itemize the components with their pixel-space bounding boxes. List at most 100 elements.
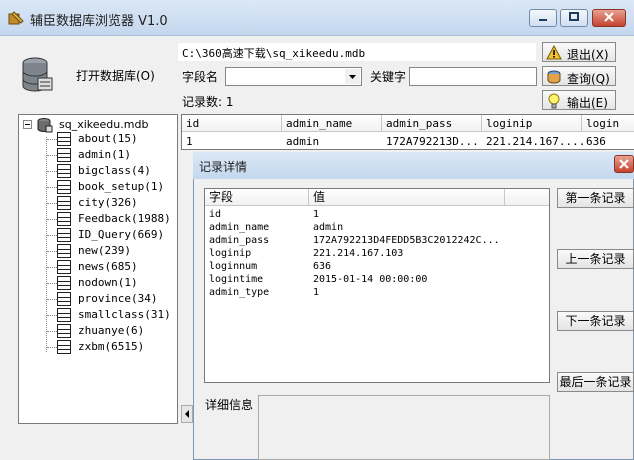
tree-item-label: new(239) <box>78 244 131 257</box>
table-icon <box>57 340 71 354</box>
scroll-left-button[interactable] <box>181 405 193 423</box>
tree-item-label: news(685) <box>78 260 138 273</box>
minimize-icon <box>539 19 547 21</box>
maximize-button[interactable] <box>560 9 588 27</box>
tree-root[interactable]: sq_xikeedu.mdb <box>23 117 173 133</box>
query-icon <box>547 70 561 84</box>
table-icon <box>57 164 71 178</box>
tree-line <box>46 137 47 352</box>
grid-header[interactable]: id <box>182 115 282 132</box>
window-title: 辅臣数据库浏览器 V1.0 <box>30 14 168 29</box>
field-column-header[interactable]: 字段 <box>205 189 309 206</box>
table-icon <box>57 180 71 194</box>
prev-record-button[interactable]: 上一条记录 <box>557 249 634 269</box>
table-icon <box>57 132 71 146</box>
close-button[interactable] <box>592 9 626 27</box>
grid-cell[interactable]: admin <box>282 133 319 149</box>
table-icon <box>57 228 71 242</box>
title-bar: 辅臣数据库浏览器 V1.0 <box>0 0 634 36</box>
tree-item-label: bigclass(4) <box>78 164 151 177</box>
grid-header[interactable]: loginip <box>482 115 582 132</box>
detail-value: 221.214.167.103 <box>313 248 404 259</box>
detail-field: logintime <box>209 274 264 285</box>
export-label: 输出(E) <box>567 96 608 110</box>
table-icon <box>57 212 71 226</box>
detail-field: loginip <box>209 248 252 259</box>
tree-item-label: book_setup(1) <box>78 180 165 193</box>
grid-cell[interactable]: 172A792213D... <box>382 133 479 149</box>
tree-item-label: admin(1) <box>78 148 131 161</box>
keyword-input[interactable] <box>409 67 537 86</box>
last-record-button[interactable]: 最后一条记录 <box>557 372 634 392</box>
grid-header[interactable]: login <box>582 115 634 132</box>
value-column-header[interactable]: 值 <box>309 189 505 206</box>
field-name-label: 字段名 <box>182 70 219 84</box>
close-icon <box>604 12 614 22</box>
database-icon <box>37 118 53 133</box>
data-grid[interactable]: id admin_name admin_pass loginip login 1… <box>181 114 634 150</box>
field-name-select[interactable] <box>225 67 362 86</box>
detail-value: 1 <box>313 287 320 298</box>
tree-item-label: about(15) <box>78 132 138 145</box>
exit-label: 退出(X) <box>567 48 609 62</box>
tree-item-label: zhuanye(6) <box>78 324 145 337</box>
detail-value: 1 <box>313 209 320 220</box>
detail-field: id <box>209 209 222 220</box>
detail-info-area[interactable] <box>258 395 550 460</box>
detail-table[interactable]: 字段 值 id 1 admin_name admin admin_pass 17… <box>204 188 550 383</box>
table-icon <box>57 308 71 322</box>
detail-field: admin_type <box>209 287 270 298</box>
detail-value: 2015-01-14 00:00:00 <box>313 274 428 285</box>
tree-root-label: sq_xikeedu.mdb <box>59 118 149 131</box>
grid-header[interactable]: admin_pass <box>382 115 482 132</box>
detail-field: admin_name <box>209 222 270 233</box>
query-label: 查询(Q) <box>567 72 610 86</box>
grid-cell[interactable]: 636 <box>582 133 606 149</box>
tree-item-label: smallclass(31) <box>78 308 171 321</box>
table-icon <box>57 196 71 210</box>
tree-item-label: ID_Query(669) <box>78 228 165 241</box>
grid-cell[interactable]: 1 <box>182 133 193 149</box>
minimize-button[interactable] <box>529 9 557 27</box>
next-record-button[interactable]: 下一条记录 <box>557 311 634 331</box>
tree-item-label: nodown(1) <box>78 276 138 289</box>
empty-column-header <box>505 189 549 206</box>
chevron-down-icon <box>349 75 356 79</box>
tree-item-label: Feedback(1988) <box>78 212 171 225</box>
detail-value: 172A792213D4FEDD5B3C2012242C... <box>313 235 500 246</box>
app-icon <box>8 11 24 25</box>
table-icon <box>57 244 71 258</box>
collapse-icon[interactable] <box>23 120 32 129</box>
dialog-title-bar: 记录详情 <box>193 152 634 179</box>
table-icon <box>57 324 71 338</box>
table-icon <box>57 276 71 290</box>
lightbulb-icon <box>548 93 560 109</box>
grid-header[interactable]: admin_name <box>282 115 382 132</box>
export-button[interactable]: 输出(E) <box>542 90 616 110</box>
dialog-close-button[interactable] <box>614 155 634 173</box>
table-tree[interactable]: sq_xikeedu.mdb about(15) admin(1) bigcla… <box>18 114 178 424</box>
maximize-icon <box>569 12 579 21</box>
grid-cell[interactable]: 221.214.167.... <box>482 133 585 149</box>
table-icon <box>57 292 71 306</box>
close-icon <box>619 159 629 169</box>
dropdown-button[interactable] <box>345 69 360 84</box>
query-button[interactable]: 查询(Q) <box>542 66 616 86</box>
tree-item-label: zxbm(6515) <box>78 340 145 353</box>
detail-value: admin <box>313 222 344 233</box>
tree-item-label: city(326) <box>78 196 138 209</box>
arrow-left-icon <box>185 410 189 418</box>
warning-icon <box>546 45 562 60</box>
database-path: C:\360高速下载\sq_xikeedu.mdb <box>182 47 366 60</box>
exit-button[interactable]: 退出(X) <box>542 42 616 62</box>
tree-item-label: province(34) <box>78 292 158 305</box>
record-count: 记录数: 1 <box>182 95 234 109</box>
detail-field: admin_pass <box>209 235 270 246</box>
detail-info-label: 详细信息 <box>205 398 254 412</box>
keyword-label: 关键字 <box>370 70 407 84</box>
database-icon <box>22 57 53 92</box>
first-record-button[interactable]: 第一条记录 <box>557 188 634 208</box>
table-icon <box>57 260 71 274</box>
detail-value: 636 <box>313 261 332 272</box>
detail-field: loginnum <box>209 261 258 272</box>
